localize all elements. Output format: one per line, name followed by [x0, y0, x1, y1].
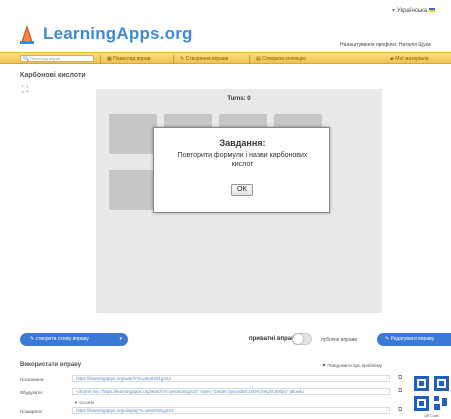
nav-materials-label: Мої матеріали [395, 56, 429, 62]
public-apps-label: публічні вправи [321, 337, 358, 343]
memory-card[interactable] [109, 170, 157, 210]
ok-button[interactable]: OK [231, 184, 253, 196]
pencil-icon: ✎ [385, 336, 390, 342]
copy-icon[interactable]: ⧉ [398, 407, 402, 414]
search-placeholder: Перегляд вправ [30, 56, 60, 61]
flag-icon [429, 8, 436, 13]
toggle-knob [293, 334, 303, 344]
search-field[interactable]: 🔍 Перегляд вправ [20, 55, 94, 62]
nav-divider [100, 55, 101, 63]
turns-counter: Turns: 0 [227, 96, 251, 102]
scorm-link[interactable]: ▼ SCORM [74, 400, 94, 405]
copy-icon[interactable]: ⧉ [398, 375, 402, 382]
profile-link[interactable]: Налаштування профілю: Наталія Щука [340, 42, 431, 48]
share-label: Поширити: [20, 409, 43, 414]
edit-app-button[interactable]: ✎ Редагувати вправу [377, 333, 451, 346]
grid-icon: ▦ [107, 56, 112, 62]
edit-app-label: Редагувати вправу [390, 336, 435, 342]
embed-label: Вбудувати: [20, 390, 44, 395]
nav-divider [249, 55, 250, 63]
page-title: Карбонові кислоти [20, 72, 86, 79]
language-selector[interactable]: ▾ Українська [392, 7, 436, 14]
pencil-icon: ✎ [30, 336, 35, 342]
logo-text[interactable]: LearningApps.org [43, 24, 193, 44]
search-icon: 🔍 [23, 56, 30, 62]
nav-browse-label: Перегляд вправ [113, 56, 151, 62]
fullscreen-icon[interactable]: ⛶ [22, 84, 28, 95]
collection-icon: ▤ [256, 56, 261, 62]
nav-my-materials[interactable]: ▰ Мої матеріали [390, 55, 429, 63]
copy-icon[interactable]: ⧉ [398, 388, 402, 395]
dialog-text: Повторити формули і назви карбонових кис… [177, 152, 308, 168]
header: LearningApps.org ▾ Українська Налаштуванн… [0, 0, 451, 52]
nav-create-label: Створення вправи [185, 56, 229, 62]
language-label: Українська [397, 8, 428, 14]
chevron-down-icon: ▾ [119, 336, 122, 342]
create-similar-button[interactable]: ✎ створити схожу вправу ▾ [20, 333, 128, 346]
nav-collection-label: Створити колекцію [262, 56, 306, 62]
report-problem-label: Повідомити про проблему [327, 363, 383, 368]
visibility-toggle[interactable] [292, 333, 312, 345]
main-navbar: 🔍 Перегляд вправ ▦ Перегляд вправ ✎ Ство… [0, 52, 451, 64]
scorm-label: SCORM [79, 400, 94, 405]
flag-icon: ⚑ [322, 363, 327, 368]
dialog-title: Завдання: [219, 138, 266, 148]
nav-create-collection[interactable]: ▤ Створити колекцію [256, 55, 306, 63]
folder-icon: ▰ [390, 56, 394, 62]
use-app-title: Використати вправу [20, 362, 82, 368]
nav-create-app[interactable]: ✎ Створення вправи [180, 55, 228, 63]
pencil-icon: ✎ [180, 56, 185, 62]
link-field[interactable]: https://learningapps.org/watch?v=p6o6291… [72, 375, 390, 382]
nav-divider [173, 55, 174, 63]
create-similar-label: створити схожу вправу [35, 336, 89, 342]
share-field[interactable]: https://learningapps.org/display?v=p6o62… [72, 407, 390, 414]
qr-code-label: QR Code [424, 414, 439, 418]
chevron-down-icon: ▾ [392, 8, 396, 14]
memory-card[interactable] [109, 114, 157, 154]
download-icon: ▼ [74, 400, 78, 405]
report-problem-link[interactable]: ⚑ Повідомити про проблему [322, 363, 382, 369]
qr-code-icon[interactable]: QR Code [412, 374, 451, 419]
embed-field[interactable]: <iframe src="https://learningapps.org/wa… [72, 388, 390, 395]
logo-icon[interactable] [20, 24, 34, 44]
nav-browse-apps[interactable]: ▦ Перегляд вправ [107, 55, 150, 63]
task-dialog: Завдання: Повторити формули і назви карб… [153, 127, 330, 213]
link-label: Посилання: [20, 377, 45, 382]
